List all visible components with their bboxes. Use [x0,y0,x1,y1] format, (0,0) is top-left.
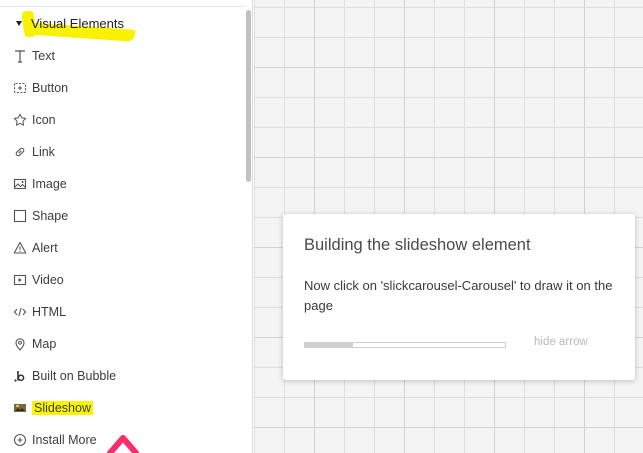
sidebar-item-slideshow[interactable]: Slideshow [0,392,245,424]
sidebar-item-label: Image [32,177,67,191]
sidebar-item-label: Icon [32,113,56,127]
section-title: Visual Elements [31,15,124,31]
popup-instructions: Now click on 'slickcarousel-Carousel' to… [304,278,613,313]
grid-line [254,67,643,68]
sidebar-item-built-on-bubble[interactable]: Built on Bubble [0,360,245,392]
star-icon [12,112,28,128]
section-header-visual-elements[interactable]: Visual Elements [0,9,245,42]
sidebar-item-label: Text [32,49,55,63]
bubble-logo-icon [12,368,28,384]
html-icon [12,304,28,320]
progress-fill [305,343,353,347]
annotation-arrow-icon [107,435,139,453]
highlighted-section-title: Visual Elements [21,9,136,42]
elements-sidebar: Visual Elements Text Button Icon Link Im… [0,0,253,453]
sidebar-item-label: Map [32,337,57,351]
text-icon [12,48,28,64]
slideshow-icon [12,400,28,416]
grid-line [254,427,643,428]
sidebar-scrollbar[interactable] [246,10,251,182]
sidebar-item-label: Built on Bubble [32,369,117,383]
sidebar-item-label: Shape [32,209,69,223]
tutorial-popup: Building the slideshow element Now click… [283,214,635,380]
sidebar-item-map[interactable]: Map [0,328,245,360]
sidebar-item-label: Video [32,273,64,287]
hide-arrow-link[interactable]: hide arrow [534,336,588,348]
sidebar-item-label: Install More [32,433,97,447]
sidebar-item-video[interactable]: Video [0,264,245,296]
sidebar-item-label: Link [32,145,55,159]
popup-title: Building the slideshow element [304,236,531,254]
sidebar-item-label: Alert [32,241,58,255]
sidebar-item-alert[interactable]: Alert [0,232,245,264]
sidebar-item-image[interactable]: Image [0,168,245,200]
sidebar-item-icon[interactable]: Icon [0,104,245,136]
sidebar-item-label: HTML [32,305,67,319]
sidebar-item-shape[interactable]: Shape [0,200,245,232]
image-icon [12,176,28,192]
sidebar-item-label: Slideshow [32,401,93,415]
caret-down-icon[interactable] [16,20,22,26]
link-icon [12,144,28,160]
sidebar-item-link[interactable]: Link [0,136,245,168]
tutorial-progress-bar [304,342,506,348]
map-pin-icon [12,336,28,352]
video-icon [12,272,28,288]
sidebar-item-label: Button [32,81,69,95]
alert-icon [12,240,28,256]
sidebar-item-html[interactable]: HTML [0,296,245,328]
sidebar-item-button[interactable]: Button [0,72,245,104]
shape-icon [12,208,28,224]
sidebar-item-text[interactable]: Text [0,40,245,72]
button-icon [12,80,28,96]
divider [0,6,245,7]
plus-circle-icon [12,432,28,448]
grid-line [254,157,643,158]
